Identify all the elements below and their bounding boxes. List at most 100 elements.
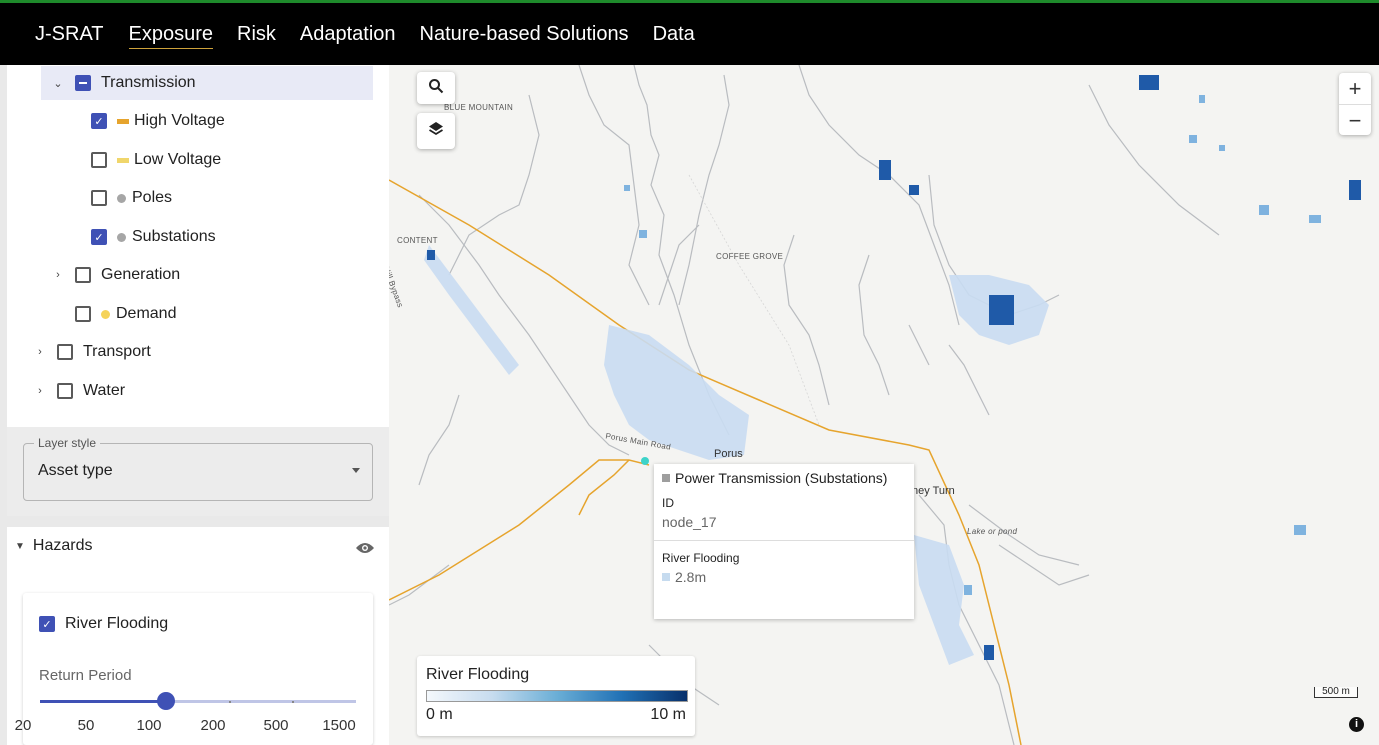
rp-label-20: 20	[14, 717, 32, 734]
layers-icon	[427, 120, 445, 143]
chevron-down-icon[interactable]: ⌄	[51, 77, 65, 90]
label-coffee-grove: COFFEE GROVE	[716, 252, 784, 261]
label-lake: Lake or pond	[967, 527, 1018, 536]
feature-tooltip: Power Transmission (Substations) ID node…	[654, 464, 914, 619]
nav-risk[interactable]: Risk	[225, 3, 288, 65]
demand-swatch	[101, 309, 110, 319]
tooltip-id-label: ID	[662, 496, 674, 510]
tree-item-transport[interactable]: › Transport	[33, 335, 151, 369]
substations-checkbox[interactable]: ✓	[91, 229, 107, 245]
hazards-header[interactable]: ▼ Hazards	[15, 537, 92, 555]
return-period-slider[interactable]	[40, 692, 356, 710]
tree-item-demand[interactable]: Demand	[75, 297, 176, 331]
hazards-panel: ▼ Hazards ✓ River Flooding Return Period…	[7, 527, 389, 745]
dropdown-arrow-icon	[352, 468, 360, 473]
nav-data[interactable]: Data	[641, 3, 707, 65]
tree-item-generation[interactable]: › Generation	[51, 258, 180, 292]
flood-legend: River Flooding 0 m 10 m	[417, 656, 695, 736]
map-layers-button[interactable]	[417, 113, 455, 149]
flood-depth-swatch	[662, 573, 670, 581]
rp-label-500: 500	[263, 717, 289, 734]
demand-checkbox[interactable]	[75, 306, 91, 322]
poles-label: Poles	[132, 189, 173, 206]
legend-max: 10 m	[650, 706, 686, 723]
top-navbar: J-SRAT Exposure Risk Adaptation Nature-b…	[0, 3, 1379, 65]
legend-color-ramp	[426, 690, 688, 702]
legend-title: River Flooding	[426, 666, 530, 683]
low-voltage-swatch	[117, 157, 129, 163]
river-flooding-checkbox[interactable]: ✓	[39, 616, 55, 632]
high-voltage-swatch	[117, 118, 129, 124]
caret-down-icon: ▼	[15, 540, 25, 552]
tree-item-substations[interactable]: ✓ Substations	[91, 220, 216, 254]
low-voltage-checkbox[interactable]	[91, 152, 107, 168]
chevron-right-icon[interactable]: ›	[33, 346, 47, 358]
substations-label: Substations	[132, 228, 216, 245]
nav-nature-based-solutions[interactable]: Nature-based Solutions	[408, 3, 641, 65]
tooltip-title: Power Transmission (Substations)	[675, 470, 888, 486]
layer-style-panel: Layer style Asset type	[7, 427, 389, 516]
river-flooding-toggle[interactable]: ✓ River Flooding	[39, 607, 168, 641]
rp-label-1500: 1500	[322, 717, 356, 734]
transmission-checkbox[interactable]	[75, 75, 91, 91]
slider-tick	[228, 701, 231, 703]
demand-label: Demand	[116, 305, 177, 322]
tooltip-hazard-value: 2.8m	[675, 569, 707, 585]
nav-exposure[interactable]: Exposure	[117, 3, 226, 65]
layer-style-select[interactable]: Layer style Asset type	[23, 436, 373, 501]
tree-item-poles[interactable]: Poles	[91, 181, 172, 215]
slider-tick	[291, 701, 294, 703]
tree-item-high-voltage[interactable]: ✓ High Voltage	[91, 104, 225, 138]
zoom-controls: + −	[1339, 73, 1371, 135]
visibility-eye-icon[interactable]	[355, 541, 375, 560]
tree-item-water[interactable]: › Water	[33, 374, 125, 408]
low-voltage-label: Low Voltage	[134, 151, 222, 168]
label-blue-mountain: BLUE MOUNTAIN	[444, 103, 514, 112]
brand-link[interactable]: J-SRAT	[0, 3, 117, 65]
info-icon[interactable]: i	[1349, 717, 1364, 732]
river-flooding-card: ✓ River Flooding Return Period 20 50 100…	[15, 593, 373, 745]
water-checkbox[interactable]	[57, 383, 73, 399]
tree-item-low-voltage[interactable]: Low Voltage	[91, 143, 221, 177]
transport-label: Transport	[83, 343, 151, 360]
hazards-title: Hazards	[32, 537, 93, 554]
transmission-label: Transmission	[101, 74, 196, 91]
generation-checkbox[interactable]	[75, 267, 91, 283]
tree-item-transmission[interactable]: ⌄ Transmission	[41, 66, 373, 100]
map-canvas[interactable]: BLUE MOUNTAIN CONTENT COFFEE GROVE Porus…	[389, 65, 1379, 745]
zoom-out-button[interactable]: −	[1339, 104, 1371, 136]
transport-checkbox[interactable]	[57, 344, 73, 360]
poles-swatch	[117, 193, 126, 203]
water-label: Water	[83, 382, 126, 399]
scale-bar: 500 m	[1314, 687, 1358, 698]
tooltip-divider	[654, 540, 914, 541]
high-voltage-label: High Voltage	[134, 112, 225, 129]
poles-checkbox[interactable]	[91, 190, 107, 206]
high-voltage-checkbox[interactable]: ✓	[91, 113, 107, 129]
map-basemap	[389, 65, 1361, 745]
chevron-right-icon[interactable]: ›	[51, 269, 65, 281]
map-search-button[interactable]	[417, 72, 455, 104]
layers-tree: ⌄ Transmission ✓ High Voltage Low Voltag…	[7, 65, 389, 427]
chevron-right-icon[interactable]: ›	[33, 385, 47, 397]
rp-label-200: 200	[200, 717, 226, 734]
river-flooding-label: River Flooding	[65, 615, 169, 632]
tooltip-id-value: node_17	[662, 514, 717, 530]
substations-swatch	[117, 232, 126, 242]
left-sidebar: ⌄ Transmission ✓ High Voltage Low Voltag…	[0, 65, 389, 745]
tooltip-hazard-label: River Flooding	[662, 551, 740, 565]
layer-style-value: Asset type	[38, 462, 113, 479]
slider-thumb[interactable]	[157, 692, 176, 710]
zoom-in-button[interactable]: +	[1339, 73, 1371, 104]
rp-label-100: 100	[136, 717, 162, 734]
legend-min: 0 m	[426, 706, 453, 723]
search-icon	[428, 78, 444, 99]
substation-swatch	[662, 474, 670, 482]
layer-style-label: Layer style	[34, 436, 101, 450]
label-porus: Porus	[714, 448, 743, 460]
return-period-label: Return Period	[39, 667, 132, 684]
slider-tick	[102, 701, 105, 703]
rp-label-50: 50	[77, 717, 95, 734]
nav-adaptation[interactable]: Adaptation	[288, 3, 408, 65]
label-content: CONTENT	[397, 236, 438, 245]
